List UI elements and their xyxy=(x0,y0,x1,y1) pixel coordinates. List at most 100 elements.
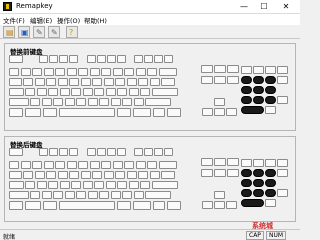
key-undefined[interactable] xyxy=(71,88,81,96)
key-undefined[interactable] xyxy=(253,76,264,84)
key-undefined[interactable] xyxy=(265,169,276,177)
key-undefined[interactable] xyxy=(164,55,173,63)
key-undefined[interactable] xyxy=(105,181,116,189)
key-undefined[interactable] xyxy=(117,88,127,96)
key-undefined[interactable] xyxy=(87,55,96,63)
key-undefined[interactable] xyxy=(43,68,54,76)
key-undefined[interactable] xyxy=(97,148,106,156)
key-undefined[interactable] xyxy=(241,169,252,177)
key-undefined[interactable] xyxy=(124,161,134,169)
key-undefined[interactable] xyxy=(101,68,111,76)
key-undefined[interactable] xyxy=(103,78,114,86)
key-undefined[interactable] xyxy=(76,98,86,106)
key-undefined[interactable] xyxy=(138,78,148,86)
key-undefined[interactable] xyxy=(76,191,86,199)
key-undefined[interactable] xyxy=(107,148,116,156)
menu-operate[interactable]: 操作(O) xyxy=(57,15,80,25)
key-undefined[interactable] xyxy=(158,68,177,76)
key-undefined[interactable] xyxy=(145,98,171,106)
menu-edit[interactable]: 编辑(E) xyxy=(30,15,52,25)
key-undefined[interactable] xyxy=(265,106,276,114)
key-undefined[interactable] xyxy=(253,189,264,197)
key-undefined[interactable] xyxy=(9,191,29,199)
key-undefined[interactable] xyxy=(133,201,151,210)
key-undefined[interactable] xyxy=(117,148,126,156)
key-undefined[interactable] xyxy=(158,161,177,169)
key-undefined[interactable] xyxy=(277,169,288,177)
key-undefined[interactable] xyxy=(9,201,23,210)
key-undefined[interactable] xyxy=(144,148,153,156)
key-undefined[interactable] xyxy=(147,68,157,76)
key-undefined[interactable] xyxy=(32,68,42,76)
key-undefined[interactable] xyxy=(103,171,114,179)
key-undefined[interactable] xyxy=(53,191,63,199)
key-undefined[interactable] xyxy=(48,88,58,96)
key-undefined[interactable] xyxy=(214,158,226,166)
key-undefined[interactable] xyxy=(201,158,213,166)
key-undefined[interactable] xyxy=(112,161,123,169)
key-undefined[interactable] xyxy=(49,148,58,156)
key-undefined[interactable] xyxy=(23,171,33,179)
key-undefined[interactable] xyxy=(30,191,40,199)
key-undefined[interactable] xyxy=(43,201,57,210)
key-undefined[interactable] xyxy=(151,181,178,189)
key-undefined[interactable] xyxy=(115,171,125,179)
key-undefined[interactable] xyxy=(133,108,151,117)
key-undefined[interactable] xyxy=(253,179,264,187)
key-undefined[interactable] xyxy=(46,171,56,179)
key-undefined[interactable] xyxy=(201,76,213,84)
key-undefined[interactable] xyxy=(253,96,264,104)
key-undefined[interactable] xyxy=(87,191,98,199)
key-undefined[interactable] xyxy=(153,108,165,117)
key-undefined[interactable] xyxy=(277,76,288,84)
menu-file[interactable]: 文件(F) xyxy=(3,15,25,25)
key-undefined[interactable] xyxy=(277,159,288,167)
key-undefined[interactable] xyxy=(80,171,91,179)
key-undefined[interactable] xyxy=(80,78,91,86)
key-undefined[interactable] xyxy=(110,98,121,106)
key-undefined[interactable] xyxy=(94,181,104,189)
key-undefined[interactable] xyxy=(140,181,150,189)
key-undefined[interactable] xyxy=(226,108,237,116)
key-undefined[interactable] xyxy=(82,88,93,96)
key-undefined[interactable] xyxy=(32,161,42,169)
key-undefined[interactable] xyxy=(161,171,175,179)
key-undefined[interactable] xyxy=(55,68,65,76)
key-undefined[interactable] xyxy=(9,98,29,106)
key-undefined[interactable] xyxy=(57,171,68,179)
key-undefined[interactable] xyxy=(202,108,213,116)
key-undefined[interactable] xyxy=(59,88,70,96)
open-button[interactable]: ▤ xyxy=(3,26,15,38)
key-undefined[interactable] xyxy=(78,68,88,76)
key-undefined[interactable] xyxy=(253,86,264,94)
key-undefined[interactable] xyxy=(25,88,35,96)
key-undefined[interactable] xyxy=(34,78,45,86)
key-undefined[interactable] xyxy=(87,148,96,156)
key-undefined[interactable] xyxy=(138,171,148,179)
key-undefined[interactable] xyxy=(214,201,225,209)
key-undefined[interactable] xyxy=(134,148,143,156)
key-undefined[interactable] xyxy=(82,181,93,189)
key-undefined[interactable] xyxy=(241,106,264,114)
key-undefined[interactable] xyxy=(241,199,264,207)
key-undefined[interactable] xyxy=(253,159,264,167)
key-undefined[interactable] xyxy=(99,98,109,106)
key-undefined[interactable] xyxy=(69,78,79,86)
key-undefined[interactable] xyxy=(227,169,239,177)
key-undefined[interactable] xyxy=(23,78,33,86)
key-undefined[interactable] xyxy=(241,189,252,197)
key-undefined[interactable] xyxy=(161,78,175,86)
key-undefined[interactable] xyxy=(25,201,41,210)
key-undefined[interactable] xyxy=(49,55,58,63)
key-undefined[interactable] xyxy=(265,96,276,104)
key-undefined[interactable] xyxy=(214,191,225,199)
key-undefined[interactable] xyxy=(36,181,47,189)
key-undefined[interactable] xyxy=(133,191,144,199)
key-undefined[interactable] xyxy=(133,98,144,106)
key-undefined[interactable] xyxy=(110,191,121,199)
tool-button-1[interactable]: ✎ xyxy=(33,26,45,38)
key-undefined[interactable] xyxy=(202,201,213,209)
key-undefined[interactable] xyxy=(149,171,160,179)
maximize-button[interactable]: ☐ xyxy=(256,0,272,13)
key-undefined[interactable] xyxy=(126,171,137,179)
